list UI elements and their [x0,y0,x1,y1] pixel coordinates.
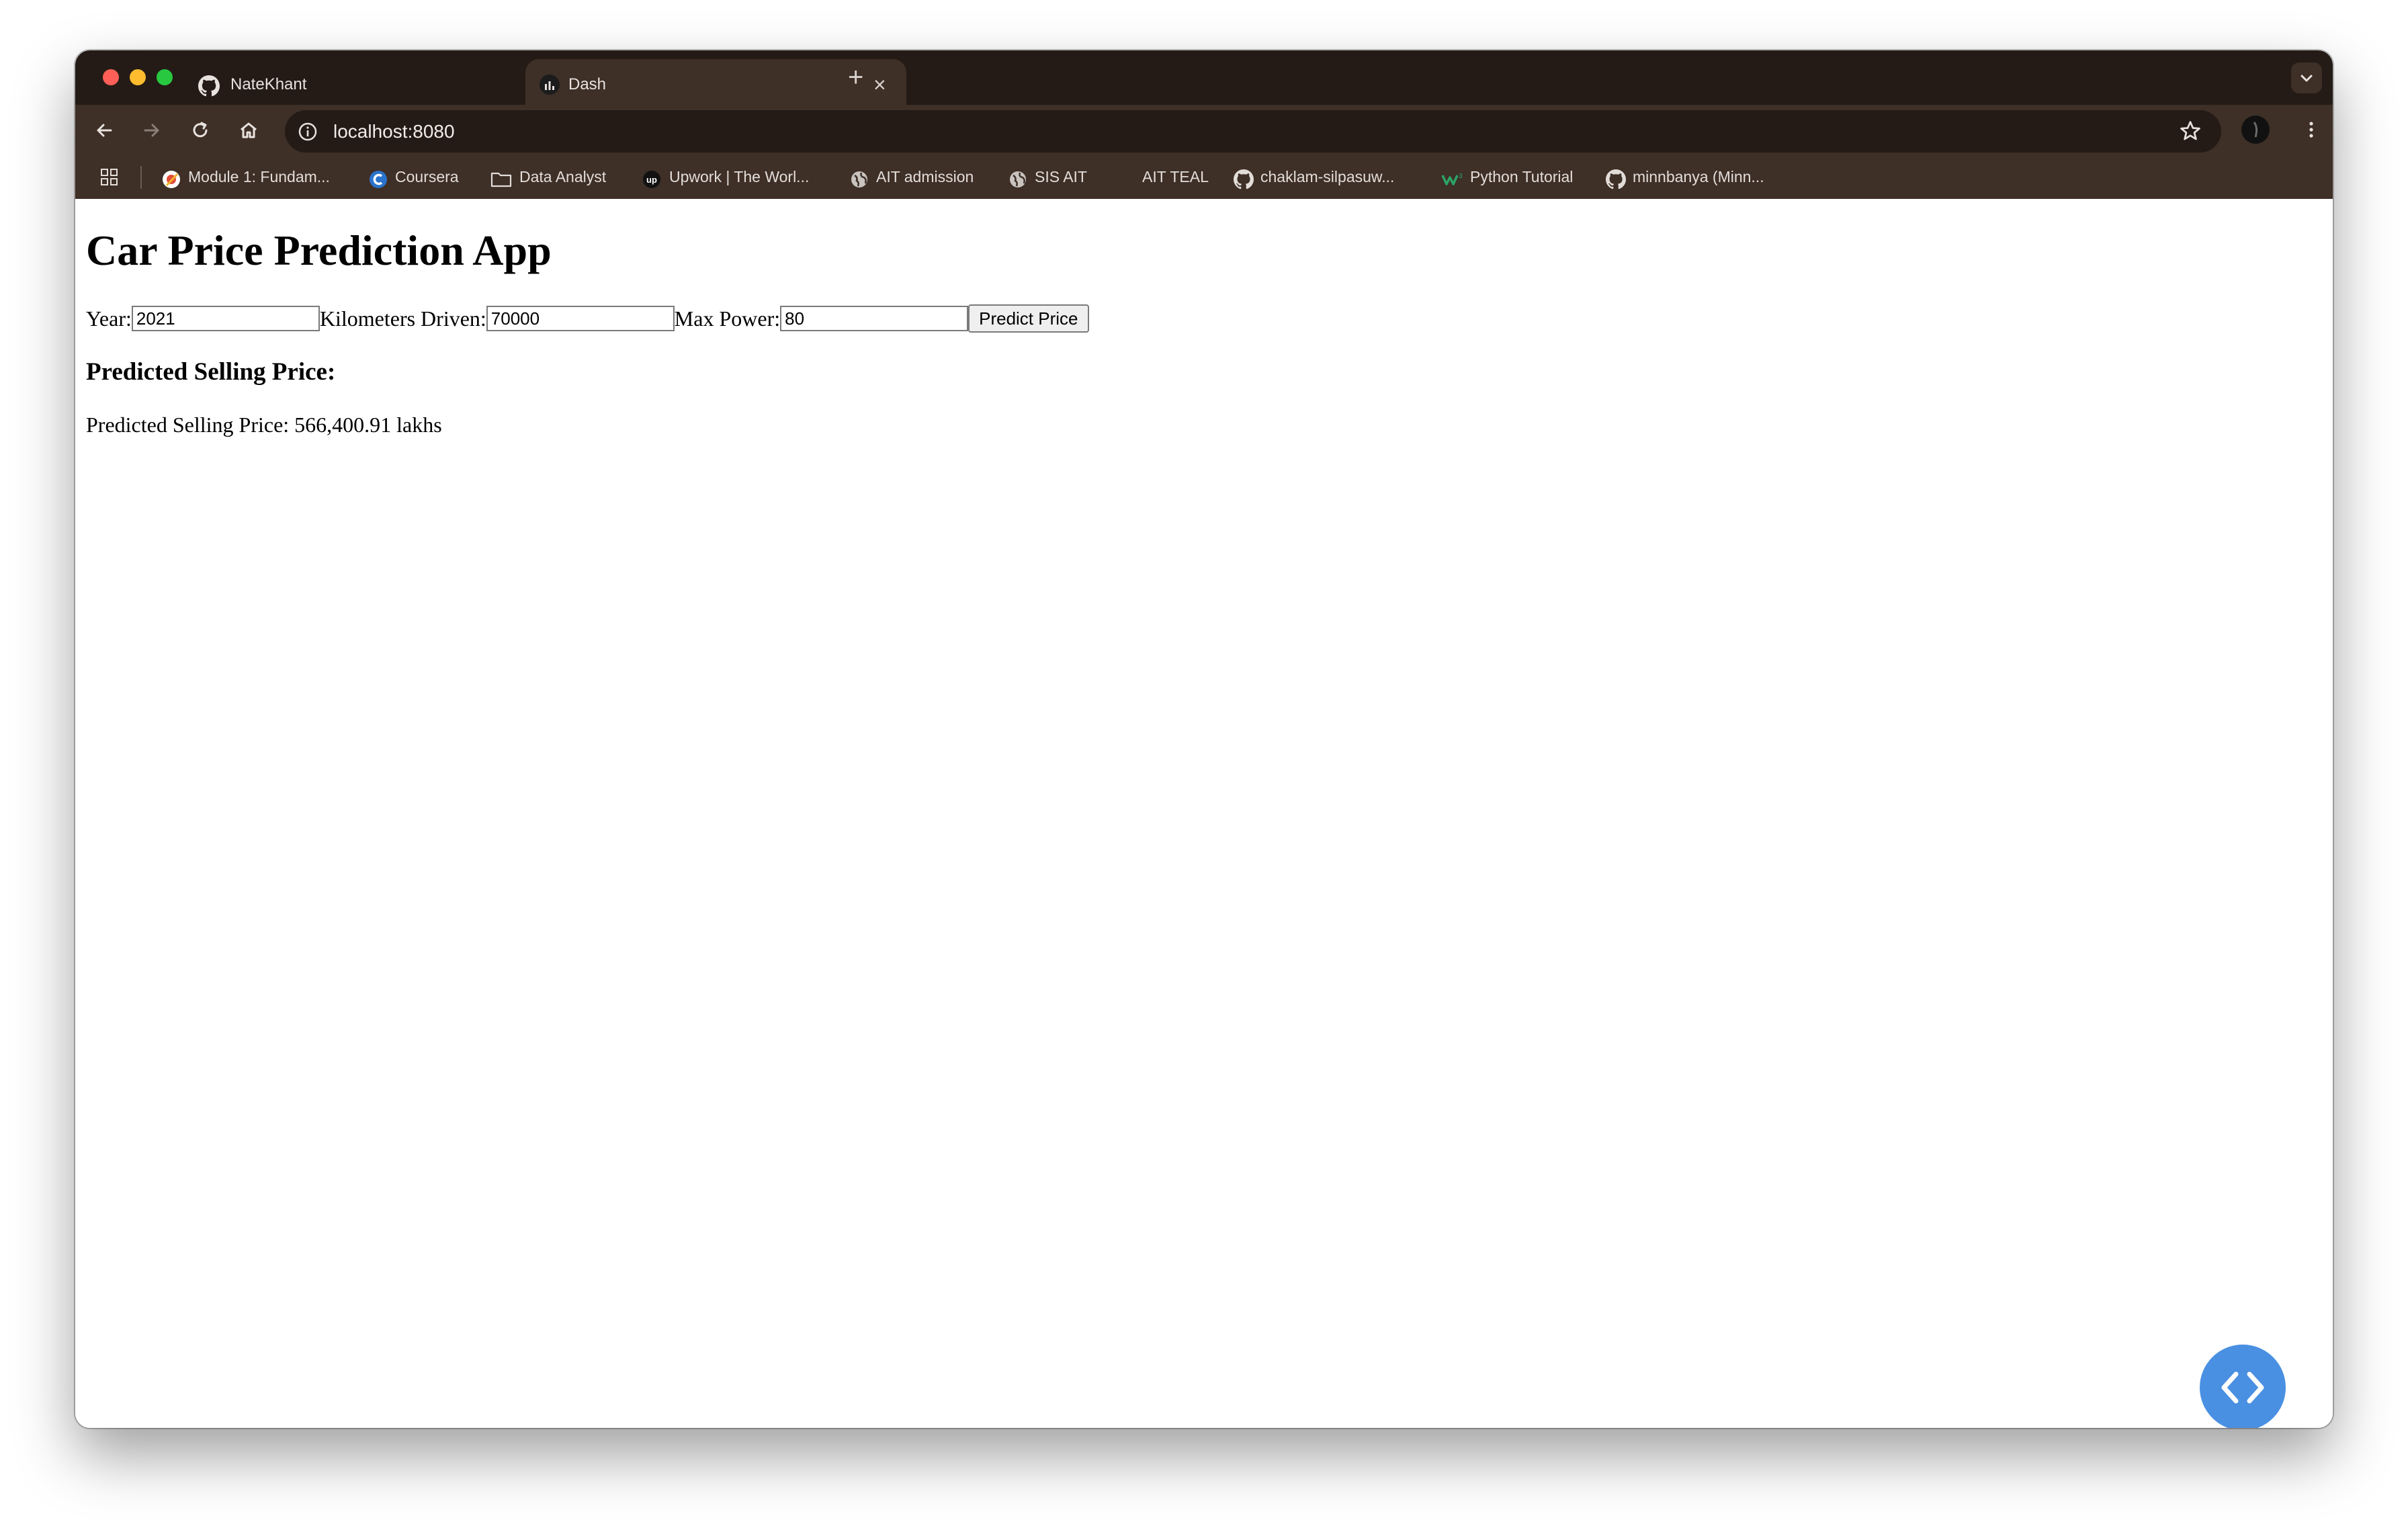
bookmark-label: minnbanya (Minn... [1633,168,1764,185]
max-power-input[interactable] [780,306,969,331]
dash-debug-button[interactable] [2200,1345,2286,1428]
reload-icon[interactable] [188,118,212,142]
module-icon [163,170,180,188]
globe-icon [1010,171,1026,187]
upwork-icon: up [643,170,660,188]
page-content: Car Price Prediction App Year: Kilometer… [75,199,2333,1428]
chevron-down-icon [2300,75,2313,82]
predicted-price-text: Predicted Selling Price: 566,400.91 lakh… [86,413,442,437]
globe-icon [851,171,867,187]
bookmark-label: Module 1: Fundam... [188,168,330,185]
bookmark-data-analyst[interactable]: Data Analyst [490,165,606,189]
coursera-icon [370,170,387,188]
folder-icon [490,172,512,187]
bookmark-ait-admission[interactable]: AIT admission [849,165,974,189]
bookmark-sis-ait[interactable]: SIS AIT [1008,165,1087,189]
code-icon [2221,1371,2264,1404]
tab-search-button[interactable] [2291,62,2322,93]
github-icon [198,75,220,97]
profile-avatar[interactable] [2241,116,2270,144]
bookmark-ait-teal[interactable]: AIT TEAL [1142,165,1209,189]
bookmark-label: SIS AIT [1035,168,1087,185]
bookmark-coursera[interactable]: Coursera [368,165,459,189]
back-icon[interactable] [92,118,116,142]
max-power-label: Max Power: [674,306,781,331]
bookmark-label: Data Analyst [519,168,607,185]
address-bar[interactable]: localhost:8080 [285,110,2221,153]
w3schools-icon: 3 [1441,173,1463,185]
browser-window: NateKhant × Dash × + [75,50,2333,1428]
close-window-button[interactable] [103,69,119,85]
bookmark-python-tutorial[interactable]: 3 Python Tutorial [1440,165,1573,189]
github-icon [1606,169,1626,189]
bookmark-label: AIT admission [876,168,974,185]
tab-title: Dash [568,75,607,93]
bookmark-chaklam[interactable]: chaklam-silpasuw... [1234,165,1394,189]
avatar-icon [2253,122,2258,138]
bookmark-label: chaklam-silpasuw... [1260,168,1395,185]
tab-title: NateKhant [230,75,307,93]
new-tab-button[interactable]: + [848,64,863,91]
result-heading: Predicted Selling Price: [86,358,336,386]
bookmarks-bar: Module 1: Fundam... Coursera Data Analys… [75,155,2333,199]
browser-toolbar: localhost:8080 [75,105,2333,155]
bookmark-module-1[interactable]: Module 1: Fundam... [161,165,330,189]
bookmark-minnbanya[interactable]: minnbanya (Minn... [1606,165,1764,189]
bookmark-label: Upwork | The Worl... [669,168,810,185]
bookmark-divider [140,166,142,189]
maximize-window-button[interactable] [157,69,173,85]
year-input[interactable] [131,306,320,331]
svg-text:up: up [646,175,657,185]
bookmark-label: AIT TEAL [1142,168,1209,185]
bookmark-label: Python Tutorial [1470,168,1574,185]
page-title: Car Price Prediction App [86,226,552,274]
dash-icon [540,75,560,95]
minimize-window-button[interactable] [130,69,146,85]
close-icon[interactable]: × [873,71,886,98]
tab-strip: NateKhant × Dash × + [75,50,2333,105]
apps-grid-icon[interactable] [99,167,120,187]
svg-text:3: 3 [1459,173,1463,180]
bookmark-star-icon[interactable] [2178,119,2202,143]
bookmark-upwork[interactable]: up Upwork | The Worl... [641,165,809,189]
year-label: Year: [86,306,132,331]
url-text: localhost:8080 [333,121,455,142]
home-icon[interactable] [236,118,261,142]
github-icon [1234,169,1254,189]
site-info-icon[interactable] [297,121,318,142]
km-driven-input[interactable] [486,306,675,331]
predict-price-button[interactable]: Predict Price [968,304,1089,333]
prediction-form: Year: Kilometers Driven: Max Power: Pred… [86,304,1089,333]
forward-icon[interactable] [140,118,164,142]
bookmark-label: Coursera [395,168,459,185]
more-menu-icon[interactable] [2299,118,2323,142]
km-driven-label: Kilometers Driven: [319,306,486,331]
